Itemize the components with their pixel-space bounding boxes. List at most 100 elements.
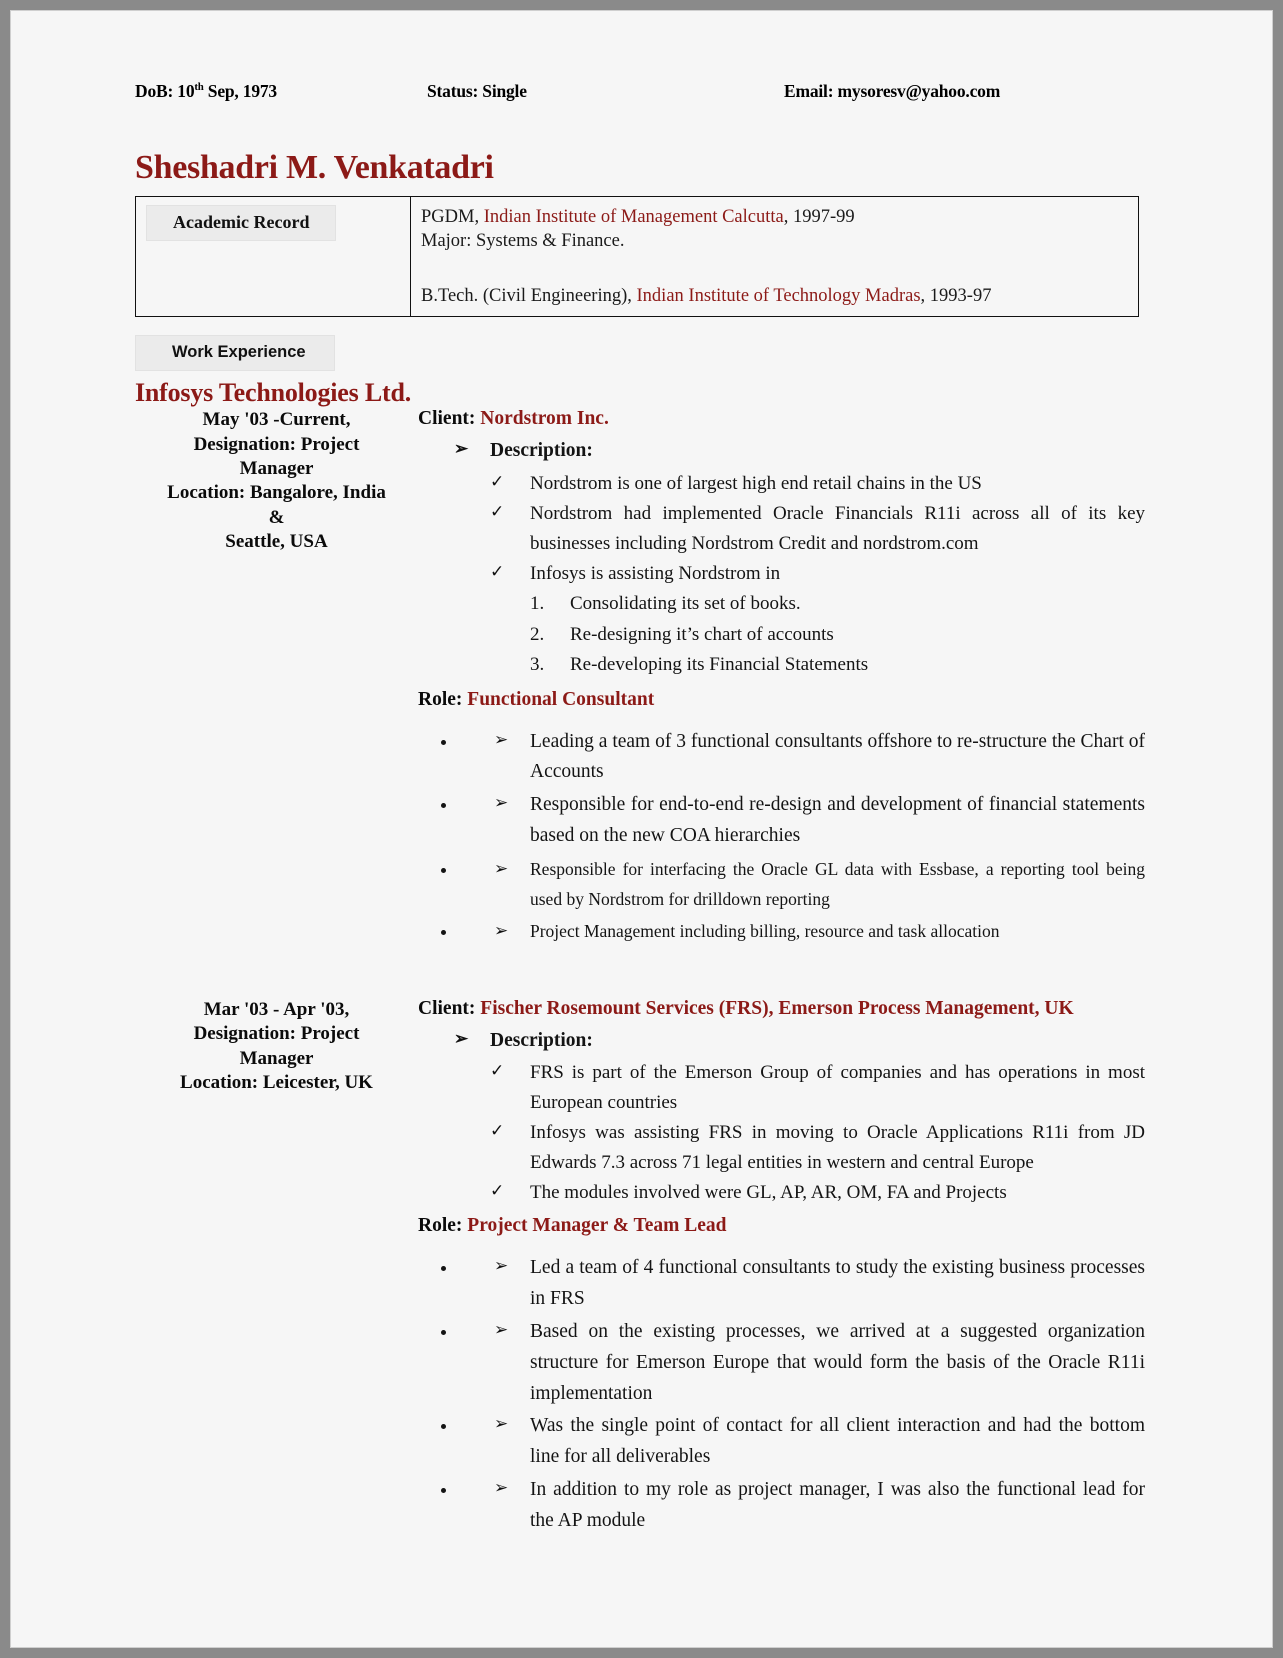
check-bullet-icon: ✓ — [490, 1061, 505, 1081]
role-items: ➢ Leading a team of 3 functional consulta… — [418, 727, 1147, 946]
list-item-text: In addition to my role as project manage… — [530, 1479, 1145, 1531]
work-experience-badge: Work Experience — [135, 335, 335, 372]
page-surface: DoB: 10th Sep, 1973 Status: Single Email… — [11, 11, 1272, 1647]
arrow-bullet-icon: ➢ — [494, 920, 509, 940]
job-designation-line1: Designation: Project — [193, 1023, 360, 1045]
academic-record-label-cell: Academic Record — [135, 195, 411, 318]
list-item-text: Led a team of 4 functional consultants t… — [530, 1257, 1145, 1310]
check-bullet-icon: ✓ — [490, 562, 505, 581]
description-group: ➢ Description: — [418, 1026, 1147, 1056]
job-period: Mar '03 - Apr '03, — [203, 999, 350, 1021]
list-item-text: Responsible for end-to-end re-design and… — [530, 794, 1145, 846]
numbered-items: 1. Consolidating its set of books. 2. Re-d… — [418, 589, 1147, 680]
table-row: Academic Record PGDM, Indian Institute o… — [135, 195, 1139, 318]
job-entry-1: May '03 -Current, Designation: Project M… — [135, 408, 1147, 962]
list-item: ➢ Was the single point of contact for all… — [458, 1411, 1147, 1473]
list-item: ➢ Based on the existing processes, we arr… — [458, 1317, 1147, 1409]
academic-entry-detail: Major: Systems & Finance. — [421, 231, 625, 252]
list-number: 2. — [530, 623, 545, 645]
list-item: ✓ Nordstrom is one of largest high end re… — [418, 469, 1147, 498]
academic-spacer — [421, 254, 1128, 284]
job-location-line2: & — [268, 506, 285, 528]
job-detail-column: Client: Nordstrom Inc. ➢ Description: ✓ No… — [418, 408, 1147, 962]
list-item: ✓ Infosys was assisting FRS in moving to … — [418, 1118, 1147, 1177]
client-label: Client: — [418, 998, 481, 1020]
arrow-bullet-icon: ➢ — [494, 1414, 509, 1434]
role-line: Role: Project Manager & Team Lead — [418, 1215, 1147, 1237]
degree-prefix: PGDM, — [421, 206, 484, 227]
list-item-text: Based on the existing processes, we arri… — [530, 1321, 1145, 1404]
list-item-text: The modules involved were GL, AP, AR, OM… — [530, 1182, 1007, 1204]
page-frame: DoB: 10th Sep, 1973 Status: Single Email… — [10, 10, 1273, 1648]
academic-record-content-cell: PGDM, Indian Institute of Management Cal… — [410, 195, 1139, 318]
arrow-bullet-icon: ➢ — [494, 858, 509, 878]
arrow-bullet-icon: ➢ — [494, 1256, 509, 1276]
role-label: Role: — [418, 1215, 468, 1237]
dob-field: DoB: 10th Sep, 1973 — [135, 81, 427, 102]
company-name: Infosys Technologies Ltd. — [135, 378, 412, 408]
list-item: 3. Re-developing its Financial Statements — [418, 650, 1147, 680]
academic-record-table: Academic Record PGDM, Indian Institute o… — [135, 195, 1139, 318]
degree-years: , 1997-99 — [783, 206, 855, 227]
job-period: May '03 -Current, — [202, 409, 351, 431]
email-field: Email: mysoresv@yahoo.com — [784, 81, 1001, 101]
client-line: Client: Nordstrom Inc. — [418, 408, 1147, 430]
dob-label: DoB: 10 — [135, 81, 195, 101]
description-heading: ➢ Description: — [418, 436, 1147, 466]
job-detail-column: Client: Fischer Rosemount Services (FRS)… — [418, 998, 1147, 1553]
list-item: ➢ Project Management including billing, r… — [458, 916, 1147, 946]
candidate-name: Sheshadri M. Venkatadri — [135, 149, 494, 186]
description-heading: ➢ Description: — [418, 1026, 1147, 1056]
arrow-bullet-icon: ➢ — [494, 729, 509, 749]
list-item: ✓ Nordstrom had implemented Oracle Financ… — [418, 499, 1147, 558]
job-designation-line2: Manager — [239, 458, 314, 480]
institute-name: Indian Institute of Management Calcutta — [483, 206, 784, 227]
arrow-bullet-icon: ➢ — [454, 1029, 469, 1049]
role-name: Functional Consultant — [467, 688, 655, 710]
degree-prefix: B.Tech. (Civil Engineering), — [421, 285, 637, 306]
arrow-bullet-icon: ➢ — [494, 1320, 509, 1340]
list-item: 2. Re-designing it’s chart of accounts — [418, 620, 1147, 650]
client-name: Fischer Rosemount Services (FRS), Emerso… — [480, 998, 1074, 1020]
role-name: Project Manager & Team Lead — [467, 1215, 727, 1237]
job-meta-column: May '03 -Current, Designation: Project M… — [135, 408, 418, 962]
academic-entry: PGDM, Indian Institute of Management Cal… — [421, 205, 1128, 230]
list-item: ➢ Responsible for interfacing the Oracle … — [458, 854, 1147, 914]
list-item-text: Infosys is assisting Nordstrom in — [530, 563, 781, 584]
list-item-text: Responsible for interfacing the Oracle G… — [530, 858, 1145, 909]
job-location-line1: Location: Leicester, UK — [180, 1072, 373, 1094]
arrow-bullet-icon: ➢ — [454, 439, 469, 459]
arrow-bullet-icon: ➢ — [494, 793, 509, 813]
header-meta-row: DoB: 10th Sep, 1973 Status: Single Email… — [135, 71, 1147, 102]
job-designation-line1: Designation: Project — [193, 433, 360, 455]
institute-name: Indian Institute of Technology Madras — [636, 285, 921, 306]
list-item: ✓ The modules involved were GL, AP, AR, O… — [418, 1178, 1147, 1207]
role-items: ➢ Led a team of 4 functional consultants … — [418, 1253, 1147, 1536]
description-items: ✓ FRS is part of the Emerson Group of com… — [418, 1058, 1147, 1207]
list-item-text: Was the single point of contact for all … — [530, 1415, 1145, 1468]
list-item-text: Consolidating its set of books. — [570, 593, 801, 615]
client-line: Client: Fischer Rosemount Services (FRS)… — [418, 998, 1147, 1020]
list-item: ➢ Led a team of 4 functional consultants … — [458, 1253, 1147, 1315]
job-entry-2: Mar '03 - Apr '03, Designation: Project … — [135, 998, 1147, 1553]
list-item: ➢ In addition to my role as project manag… — [458, 1475, 1147, 1537]
list-item: ➢ Responsible for end-to-end re-design an… — [458, 790, 1147, 852]
list-item-text: FRS is part of the Emerson Group of comp… — [530, 1062, 1145, 1113]
list-item: ✓ FRS is part of the Emerson Group of com… — [418, 1058, 1147, 1117]
list-item: ➢ Leading a team of 3 functional consulta… — [458, 727, 1147, 789]
list-item-text: Leading a team of 3 functional consultan… — [530, 730, 1145, 783]
job-meta-column: Mar '03 - Apr '03, Designation: Project … — [135, 998, 418, 1553]
document-content: DoB: 10th Sep, 1973 Status: Single Email… — [135, 71, 1147, 1553]
status-field: Status: Single — [427, 81, 527, 101]
list-item-text: Re-developing its Financial Statements — [570, 654, 869, 676]
client-label: Client: — [418, 408, 481, 430]
role-label: Role: — [418, 688, 468, 710]
list-item-text: Nordstrom had implemented Oracle Financi… — [530, 503, 1145, 554]
list-item-text: Re-designing it’s chart of accounts — [570, 623, 834, 645]
job-location-line3: Seattle, USA — [225, 531, 328, 553]
list-item-text: Infosys was assisting FRS in moving to O… — [530, 1122, 1145, 1173]
list-item: ✓ Infosys is assisting Nordstrom in — [418, 559, 1147, 588]
list-item-text: Project Management including billing, re… — [530, 920, 1000, 941]
list-item: 1. Consolidating its set of books. — [418, 589, 1147, 619]
work-experience-header: Work Experience — [135, 335, 1147, 372]
